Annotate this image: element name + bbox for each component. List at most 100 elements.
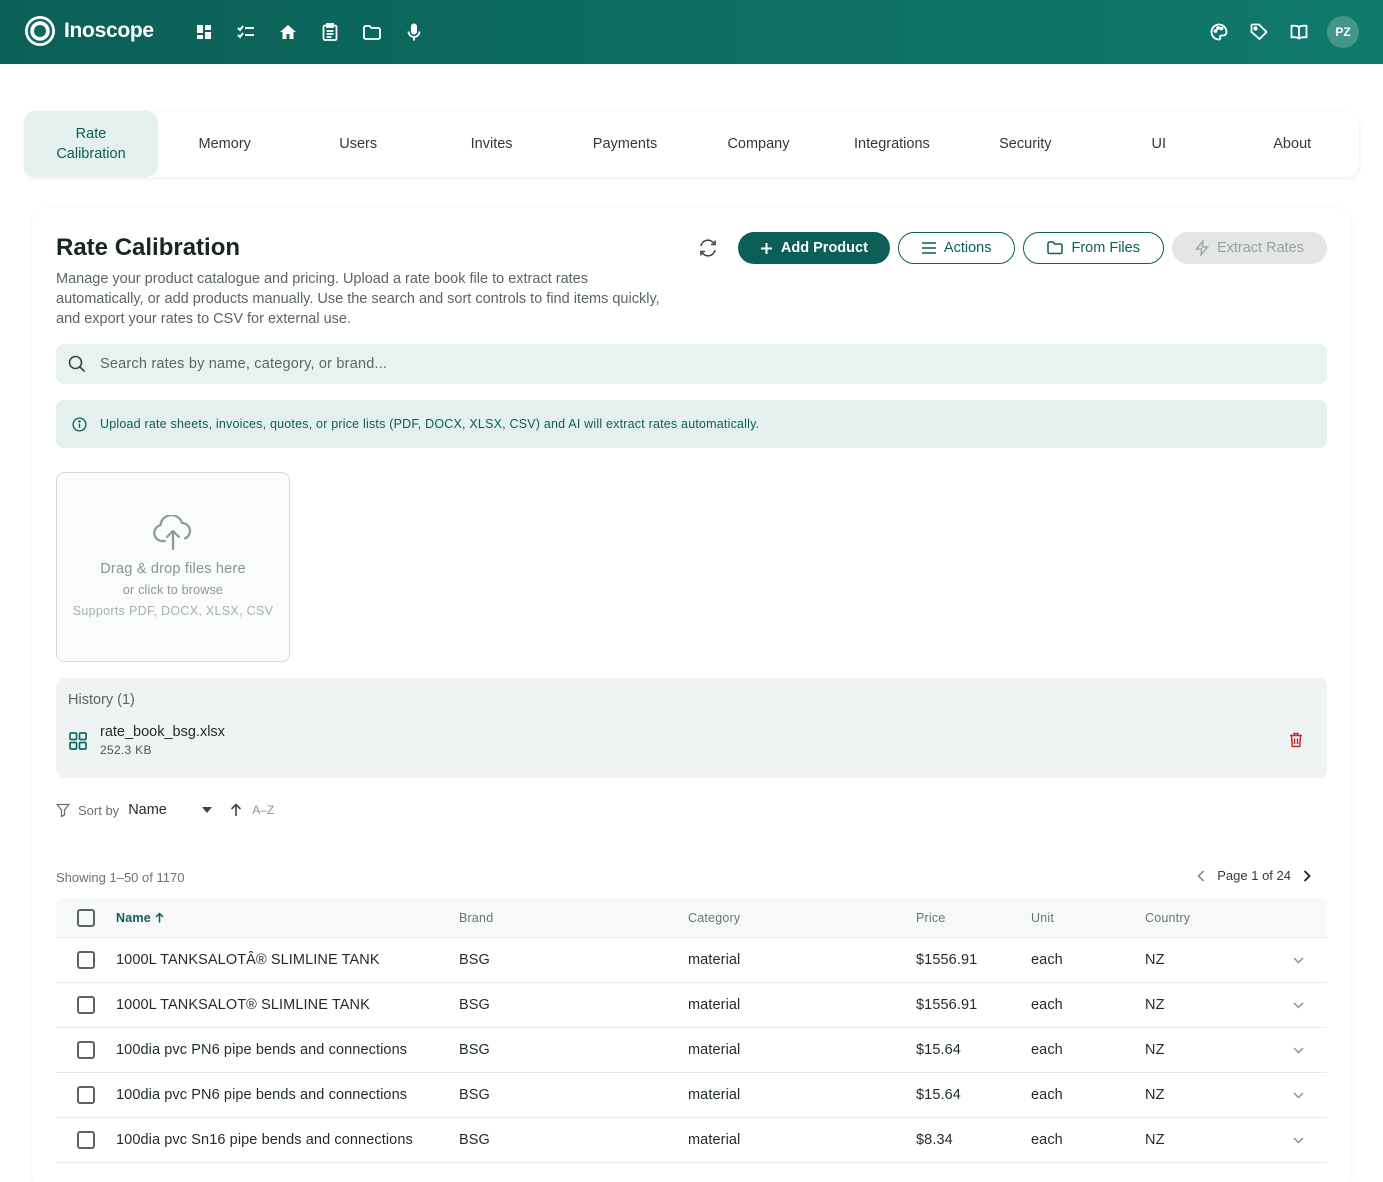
from-files-label: From Files	[1071, 240, 1140, 256]
caret-down-icon	[202, 807, 213, 813]
sort-ascending-icon	[155, 912, 164, 923]
row-expand-button[interactable]	[1270, 1091, 1327, 1099]
tab-invites[interactable]: Invites	[425, 111, 558, 177]
row-expand-button[interactable]	[1270, 1046, 1327, 1054]
search-input[interactable]	[100, 356, 1300, 372]
cell-name: 1000L TANKSALOTÂ® SLIMLINE TANK	[116, 952, 380, 968]
cell-name: 100dia pvc PN6 pipe bends and connection…	[116, 1087, 408, 1103]
cell-category: material	[688, 997, 741, 1013]
cell-category: material	[688, 1042, 741, 1058]
select-all-checkbox[interactable]	[77, 908, 95, 927]
previous-page-button[interactable]	[1197, 869, 1205, 882]
search-icon	[68, 355, 86, 373]
add-product-button[interactable]: Add Product	[737, 232, 890, 264]
dropzone-title: Drag & drop files here	[100, 561, 246, 577]
column-header-brand[interactable]: Brand	[459, 911, 688, 925]
user-avatar[interactable]: PZ	[1327, 16, 1359, 48]
column-header-category[interactable]: Category	[688, 911, 916, 925]
column-header-country[interactable]: Country	[1145, 911, 1270, 925]
extract-rates-label: Extract Rates	[1216, 240, 1304, 256]
next-page-button[interactable]	[1303, 869, 1311, 882]
cell-country: NZ	[1145, 1087, 1165, 1103]
palette-icon[interactable]	[1207, 16, 1231, 48]
tab-security[interactable]: Security	[959, 111, 1092, 177]
tab-payments[interactable]: Payments	[558, 111, 691, 177]
chevron-down-icon	[1293, 1091, 1304, 1099]
spreadsheet-file-icon	[69, 731, 87, 750]
dashboard-icon[interactable]	[192, 20, 216, 44]
cell-unit: each	[1031, 1087, 1063, 1103]
table-row[interactable]: 100dia pvc PN6 pipe bends and connection…	[56, 1028, 1327, 1073]
app-bar: Inoscope PZ	[0, 0, 1383, 64]
file-dropzone[interactable]: Drag & drop files here or click to brows…	[56, 472, 290, 662]
row-expand-button[interactable]	[1270, 1136, 1327, 1144]
results-count: Showing 1–50 of 1170	[56, 870, 185, 885]
column-header-unit[interactable]: Unit	[1031, 911, 1145, 925]
tab-memory[interactable]: Memory	[158, 111, 291, 177]
sort-field-select[interactable]: Name	[128, 802, 213, 818]
row-checkbox[interactable]	[77, 1086, 95, 1104]
row-expand-button[interactable]	[1270, 956, 1327, 964]
cell-brand: BSG	[459, 1087, 490, 1103]
tab-ui[interactable]: UI	[1092, 111, 1225, 177]
tab-integrations[interactable]: Integrations	[825, 111, 958, 177]
actions-label: Actions	[943, 240, 992, 256]
app-name: Inoscope	[64, 19, 154, 42]
actions-button[interactable]: Actions	[897, 232, 1016, 264]
tab-users[interactable]: Users	[291, 111, 424, 177]
chevron-left-icon	[1197, 869, 1205, 882]
row-expand-button[interactable]	[1270, 1001, 1327, 1009]
refresh-button[interactable]	[692, 232, 724, 264]
history-file-size: 252.3 KB	[100, 743, 152, 757]
pagination: Page 1 of 24	[1197, 868, 1311, 883]
row-checkbox[interactable]	[77, 951, 95, 969]
column-header-name[interactable]: Name	[116, 911, 459, 925]
cell-country: NZ	[1145, 952, 1165, 968]
folder-icon	[1047, 241, 1064, 255]
table-row[interactable]: 100dia pvc PN6 pipe bends and connection…	[56, 1073, 1327, 1118]
table-row[interactable]: 100dia pvc Sn16 pipe bends and connectio…	[56, 1118, 1327, 1163]
delete-history-file-button[interactable]	[1289, 732, 1303, 748]
cell-category: material	[688, 1132, 741, 1148]
folder-icon[interactable]	[360, 20, 384, 44]
brand[interactable]: Inoscope	[24, 15, 154, 47]
trash-icon	[1290, 732, 1302, 748]
column-header-price[interactable]: Price	[916, 911, 1031, 925]
rates-table: Name Brand Category Price Unit Country 1…	[56, 898, 1327, 1163]
menu-icon	[921, 242, 936, 254]
cell-price: $8.34	[916, 1132, 953, 1148]
row-checkbox[interactable]	[77, 1131, 95, 1149]
column-header-name-label: Name	[116, 910, 151, 925]
dropzone-supported-formats: Supports PDF, DOCX, XLSX, CSV	[72, 604, 274, 618]
cell-price: $15.64	[916, 1042, 961, 1058]
cell-name: 100dia pvc PN6 pipe bends and connection…	[116, 1042, 408, 1058]
from-files-button[interactable]: From Files	[1023, 232, 1164, 264]
tab-about[interactable]: About	[1226, 111, 1359, 177]
row-checkbox[interactable]	[77, 1041, 95, 1059]
cell-name: 1000L TANKSALOT® SLIMLINE TANK	[116, 997, 370, 1013]
book-icon[interactable]	[1287, 16, 1311, 48]
checklist-icon[interactable]	[234, 20, 258, 44]
home-icon[interactable]	[276, 20, 300, 44]
add-product-label: Add Product	[780, 240, 868, 256]
cell-price: $15.64	[916, 1087, 961, 1103]
clipboard-icon[interactable]	[318, 20, 342, 44]
table-row[interactable]: 1000L TANKSALOT® SLIMLINE TANK BSG mater…	[56, 983, 1327, 1028]
filter-icon	[56, 803, 70, 817]
tab-company[interactable]: Company	[692, 111, 825, 177]
extract-rates-button[interactable]: Extract Rates	[1171, 232, 1327, 264]
arrow-up-icon	[231, 803, 242, 816]
refresh-icon	[700, 239, 716, 257]
lightning-icon	[1194, 240, 1209, 256]
cell-category: material	[688, 1087, 741, 1103]
history-title: History (1)	[68, 692, 135, 708]
sort-direction-toggle[interactable]: A–Z	[230, 803, 274, 817]
table-row[interactable]: 1000L TANKSALOTÂ® SLIMLINE TANK BSG mate…	[56, 938, 1327, 983]
history-file-item[interactable]: rate_book_bsg.xlsx 252.3 KB	[68, 724, 225, 757]
tab-rate-calibration[interactable]: Rate Calibration	[24, 111, 158, 177]
microphone-icon[interactable]	[402, 20, 426, 44]
row-checkbox[interactable]	[77, 996, 95, 1014]
tag-icon[interactable]	[1247, 16, 1271, 48]
info-banner: Upload rate sheets, invoices, quotes, or…	[56, 400, 1327, 448]
chevron-down-icon	[1293, 1001, 1304, 1009]
